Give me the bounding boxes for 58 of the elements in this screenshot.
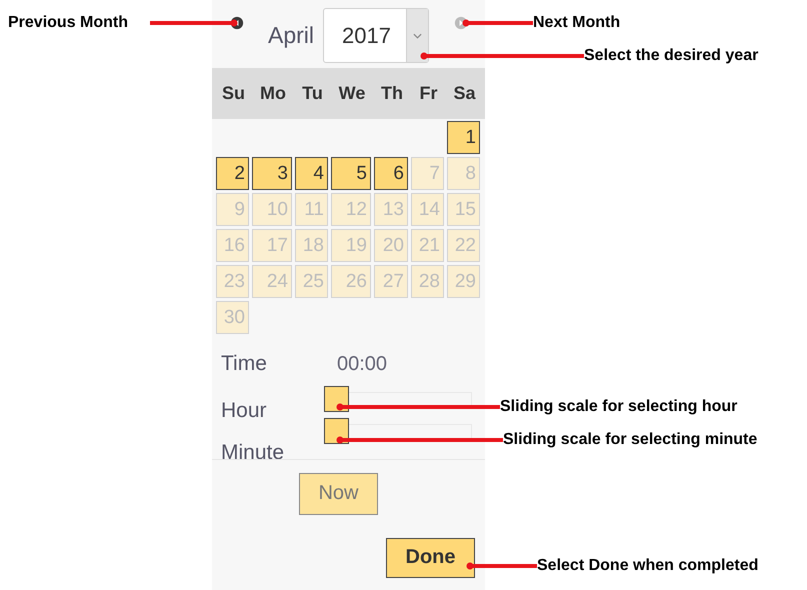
- callout-label: Previous Month: [8, 13, 128, 33]
- day-cell: 18: [295, 228, 328, 262]
- callout-label: Sliding scale for selecting hour: [500, 397, 738, 417]
- year-select[interactable]: 2017: [323, 8, 429, 63]
- weekday-label: Fr: [418, 83, 438, 104]
- callout-label: Next Month: [533, 13, 620, 33]
- slider-label: Minute: [221, 440, 286, 466]
- weekday-label: Tu: [301, 83, 324, 104]
- day-cell: 24: [252, 264, 292, 298]
- day-cell: 10: [252, 192, 292, 226]
- month-label: April: [268, 22, 314, 49]
- day-cell[interactable]: 3: [252, 156, 292, 190]
- slider-handle[interactable]: [324, 418, 349, 444]
- day-cell: 22: [447, 228, 480, 262]
- leader-line: [462, 20, 533, 26]
- done-button[interactable]: Done: [386, 538, 475, 578]
- day-cell: 27: [374, 264, 408, 298]
- day-cell: 28: [411, 264, 444, 298]
- weekday-label: We: [338, 83, 366, 104]
- day-cell: 26: [331, 264, 371, 298]
- day-cell: 8: [447, 156, 480, 190]
- day-cell[interactable]: 4: [295, 156, 328, 190]
- day-cell: 17: [252, 228, 292, 262]
- day-cell: 14: [411, 192, 444, 226]
- day-cell[interactable]: 2: [216, 156, 249, 190]
- day-cell: 21: [411, 228, 444, 262]
- time-value: 00:00: [336, 352, 388, 377]
- day-cell: 7: [411, 156, 444, 190]
- slider[interactable]: [324, 386, 472, 412]
- callout-label: Select Done when completed: [537, 556, 758, 576]
- callout-label: Select the desired year: [584, 46, 758, 66]
- weekday-label: Mo: [259, 83, 287, 104]
- weekday-label: Su: [220, 83, 246, 104]
- weekday-label: Sa: [452, 83, 477, 104]
- slider-handle[interactable]: [324, 386, 349, 412]
- day-cell: 30: [216, 300, 249, 334]
- day-cell[interactable]: 1: [447, 120, 480, 154]
- day-cell: 15: [447, 192, 480, 226]
- weekday-label: Th: [380, 83, 404, 104]
- day-cell[interactable]: 6: [374, 156, 408, 190]
- now-button[interactable]: Now: [299, 472, 378, 515]
- day-cell: 12: [331, 192, 371, 226]
- slider-label: Hour: [221, 398, 268, 424]
- day-cell: 11: [295, 192, 328, 226]
- day-cell: 16: [216, 228, 249, 262]
- day-cell[interactable]: 5: [331, 156, 371, 190]
- day-cell: 13: [374, 192, 408, 226]
- time-label: Time: [221, 350, 268, 377]
- day-cell: 20: [374, 228, 408, 262]
- day-cell: 19: [331, 228, 371, 262]
- day-cell: 25: [295, 264, 328, 298]
- callout-label: Sliding scale for selecting minute: [503, 430, 758, 450]
- leader-line: [466, 562, 537, 570]
- caret-icon: [413, 32, 422, 38]
- slider[interactable]: [324, 418, 472, 444]
- day-cell: 23: [216, 264, 249, 298]
- day-cell: 9: [216, 192, 249, 226]
- day-cell: 29: [447, 264, 480, 298]
